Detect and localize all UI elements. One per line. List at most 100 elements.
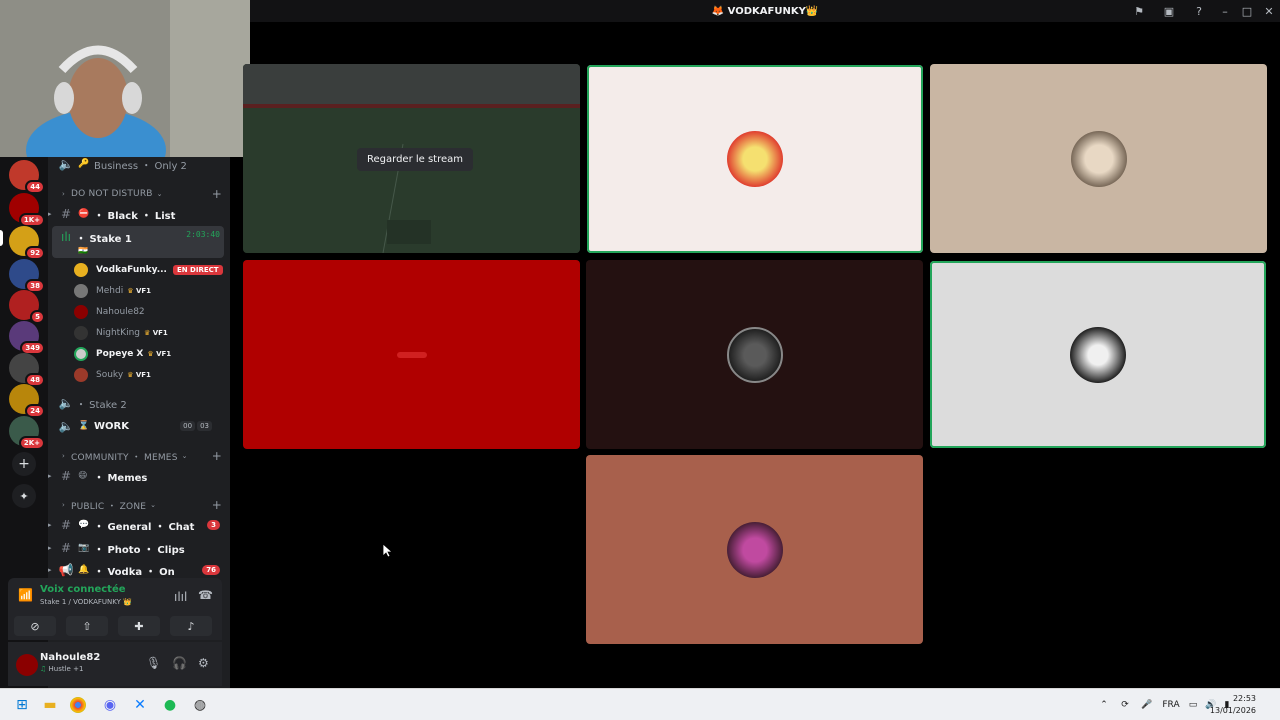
headphones-icon[interactable]: 🎧 — [172, 656, 187, 670]
server-icon[interactable]: 24 — [9, 384, 45, 418]
expand-arrow-icon: ▸ — [48, 544, 52, 552]
microphone-icon[interactable]: 🎙 — [146, 656, 161, 670]
voice-user[interactable]: Mehdi ♛ VF1 — [74, 282, 224, 300]
camera-off-button[interactable]: ⊘ — [14, 616, 56, 636]
voice-user[interactable]: VodkaFunky... EN DIRECT — [74, 261, 224, 279]
expand-arrow-icon: ▸ — [48, 521, 52, 529]
user-name[interactable]: Nahoule82 — [40, 652, 100, 663]
user-avatar[interactable] — [16, 654, 38, 676]
server-folder-icon[interactable]: 2K+ — [9, 416, 45, 450]
x-app-icon[interactable]: ✕ — [130, 695, 150, 715]
help-icon[interactable]: ? — [1184, 0, 1214, 22]
soundboard-button[interactable]: ♪ — [170, 616, 212, 636]
microphone-icon[interactable]: 🎤 — [1136, 700, 1158, 710]
voice-user[interactable]: Nahoule82 — [74, 303, 224, 321]
category-do-not-disturb[interactable]: › DO NOT DISTURB ⌄ + — [62, 187, 222, 201]
voice-user[interactable]: NightKing ♛ VF1 — [74, 324, 224, 342]
chevron-up-icon[interactable]: ⌃ — [1094, 700, 1114, 710]
channel-black-list[interactable]: ▸ # ⛔ ・ Black ・ List — [48, 204, 224, 224]
channel-general-chat[interactable]: ▸ # 💬 ・ General ・ Chat 3 — [48, 515, 224, 535]
expand-arrow-icon: ▸ — [48, 566, 52, 574]
avatar — [74, 347, 88, 361]
user-status[interactable]: ♫ Hustle +1 — [40, 665, 83, 673]
flag-icon[interactable]: ⚑ — [1124, 0, 1154, 22]
channel-photo-clips[interactable]: ▸ # 📷 ・ Photo ・ Clips — [48, 538, 224, 558]
obs-icon[interactable]: ◍ — [190, 695, 210, 715]
language-indicator[interactable]: FRA — [1158, 700, 1184, 710]
maximize-icon[interactable]: □ — [1236, 0, 1258, 22]
channel-work[interactable]: 🔈 ⌛ WORK 00 03 — [52, 416, 224, 436]
channel-name: ・ Memes — [94, 472, 148, 484]
crown-icon: ♛ — [127, 287, 134, 295]
category-public-zone[interactable]: › PUBLIC ・ ZONE ⌄ + — [62, 498, 222, 512]
channel-stake-1[interactable]: ılı ・ Stake 1 2:03:40 🇮🇳 — [52, 226, 224, 258]
mouse-cursor-icon — [383, 544, 393, 558]
server-badge: 44 — [25, 180, 45, 194]
inbox-icon[interactable]: ▣ — [1154, 0, 1184, 22]
channel-business[interactable]: 🔈 🔑 Business ・ Only 2 — [52, 154, 224, 174]
user-limit-counter: 00 03 — [180, 421, 212, 431]
voice-status[interactable]: Voix connectée — [40, 584, 126, 595]
add-channel-icon[interactable]: + — [212, 449, 222, 463]
chrome-icon[interactable] — [70, 697, 86, 713]
participant-tile[interactable] — [930, 64, 1267, 253]
network-icon[interactable]: ▭ — [1184, 700, 1202, 710]
sync-icon[interactable]: ⟳ — [1114, 700, 1136, 710]
taskbar-clock[interactable]: 22:53 13/01/2026 — [1210, 693, 1256, 717]
participant-tile[interactable] — [586, 260, 923, 449]
participant-avatar — [727, 131, 783, 187]
participant-tile[interactable] — [586, 455, 923, 644]
add-channel-icon[interactable]: + — [212, 498, 222, 512]
voice-location[interactable]: Stake 1 / VODKAFUNKY 👑 — [40, 598, 132, 606]
channel-name: WORK — [94, 420, 129, 432]
channel-name: ・ Stake 2 — [76, 399, 127, 411]
activities-button[interactable]: ✚ — [118, 616, 160, 636]
participant-tile[interactable] — [587, 65, 923, 253]
channel-name: ・ Photo ・ Clips — [94, 544, 185, 556]
chevron-down-icon: ⌄ — [150, 501, 157, 509]
voice-active-icon: ılı — [60, 230, 71, 244]
explore-servers-icon[interactable]: ✦ — [12, 484, 36, 508]
spotify-icon: ♫ — [40, 665, 47, 673]
server-icon[interactable]: 48 — [9, 353, 45, 387]
role-tag-text: VF1 — [156, 350, 172, 358]
channel-stake-2[interactable]: 🔈 ・ Stake 2 — [52, 393, 224, 413]
participant-tile[interactable] — [243, 260, 580, 449]
channel-vodka-on[interactable]: ▸ 📢 🔔 ・ Vodka ・ On 76 — [48, 560, 224, 580]
file-explorer-icon[interactable]: ▬ — [40, 695, 60, 715]
server-icon[interactable]: 92 — [9, 226, 45, 260]
participant-tile[interactable] — [930, 261, 1266, 448]
close-icon[interactable]: ✕ — [1258, 0, 1280, 22]
disconnect-icon[interactable]: ☎ — [198, 588, 213, 602]
server-icon[interactable]: 5 — [9, 290, 45, 324]
user-name: Mehdi — [96, 286, 124, 296]
stream-tile[interactable]: Regarder le stream — [243, 64, 580, 253]
server-badge: 92 — [25, 246, 45, 260]
mention-badge: 76 — [202, 565, 220, 575]
server-icon[interactable]: 349 — [9, 321, 45, 355]
discord-icon[interactable]: ◉ — [100, 695, 120, 715]
add-server-icon[interactable]: + — [12, 452, 36, 476]
watch-stream-button[interactable]: Regarder le stream — [357, 148, 474, 171]
signal-icon[interactable]: 📶 — [18, 588, 33, 602]
avatar — [74, 305, 88, 319]
category-community-memes[interactable]: › COMMUNITY ・ MEMES ⌄ + — [62, 449, 222, 463]
server-icon[interactable]: 38 — [9, 259, 45, 293]
screen-share-button[interactable]: ⇧ — [66, 616, 108, 636]
spotify-icon[interactable]: ● — [160, 695, 180, 715]
settings-gear-icon[interactable]: ⚙ — [198, 656, 209, 670]
hourglass-icon: ⌛ — [78, 421, 90, 431]
mention-badge: 3 — [207, 520, 220, 530]
crown-icon: ♛ — [147, 350, 154, 358]
clock-time: 22:53 — [1232, 694, 1256, 703]
channel-memes[interactable]: ▸ # 😄 ・ Memes — [48, 466, 224, 486]
smile-emoji-icon: 😄 — [78, 471, 88, 481]
voice-user[interactable]: Souky ♛ VF1 — [74, 366, 224, 384]
windows-start-icon[interactable]: ⊞ — [12, 695, 32, 715]
server-icon[interactable]: 1K+ — [9, 193, 45, 227]
add-channel-icon[interactable]: + — [212, 187, 222, 201]
voice-user[interactable]: Popeye X ♛ VF1 — [74, 345, 224, 363]
minimize-icon[interactable]: – — [1214, 0, 1236, 22]
noise-suppression-icon[interactable]: ılıl — [174, 590, 187, 604]
server-icon[interactable]: 44 — [9, 160, 45, 194]
